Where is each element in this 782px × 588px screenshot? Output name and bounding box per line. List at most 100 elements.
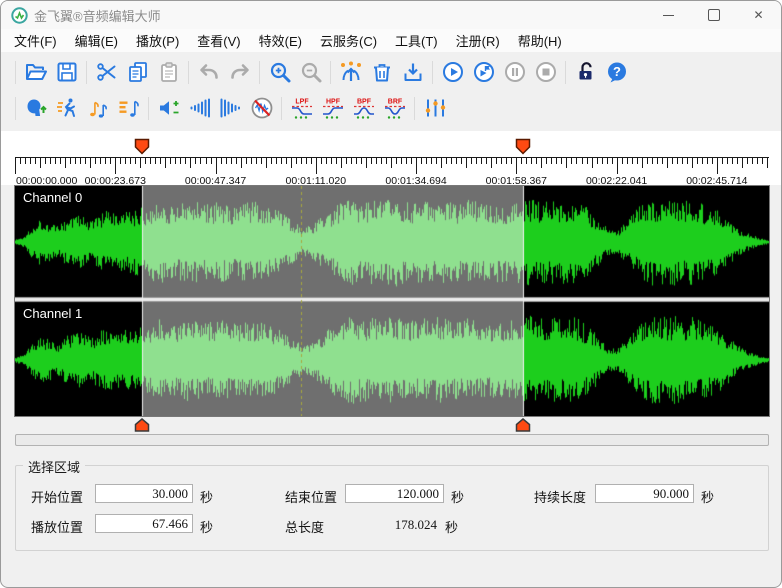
music-notes-icon (86, 96, 110, 120)
clipboard-paste-icon (157, 60, 181, 84)
brf-filter-button[interactable]: BRF (380, 94, 409, 123)
delete-button[interactable] (367, 58, 396, 87)
redo-arrow-icon (228, 60, 252, 84)
menu-edit[interactable]: 编辑(E) (66, 29, 127, 52)
play-position-input[interactable] (95, 514, 193, 533)
paste-button[interactable] (154, 58, 183, 87)
zoom-in-icon (268, 60, 292, 84)
menu-view[interactable]: 查看(V) (188, 29, 249, 52)
svg-text:00:01:11.020: 00:01:11.020 (286, 175, 347, 185)
toolbar-separator (188, 61, 189, 84)
lpf-filter-button[interactable]: LPF (287, 94, 316, 123)
title-bar: 金飞翼®音频编辑大师 ✕ (1, 1, 781, 29)
denoise-button[interactable] (247, 94, 276, 123)
mix-button[interactable] (336, 58, 365, 87)
svg-text:BPF: BPF (357, 99, 372, 106)
help-icon: ? (605, 60, 629, 84)
play-unit-label: 秒 (200, 517, 213, 536)
end-position-input[interactable] (345, 484, 444, 503)
waveform-canvas[interactable] (15, 186, 769, 416)
note-bars-icon (117, 96, 141, 120)
cut-button[interactable] (92, 58, 121, 87)
toolbar-separator (86, 61, 87, 84)
menu-register[interactable]: 注册(R) (447, 29, 509, 52)
save-file-button[interactable] (52, 58, 81, 87)
pause-button[interactable] (500, 58, 529, 87)
equalizer-button[interactable] (420, 94, 449, 123)
copy-icon (126, 60, 150, 84)
stop-button[interactable] (531, 58, 560, 87)
time-ruler[interactable]: 00:00:00.000 00:00:23.673 00:00:47.347 00:0… (15, 157, 769, 185)
svg-text:00:01:34.694: 00:01:34.694 (385, 175, 446, 185)
app-window: 金飞翼®音频编辑大师 ✕ 文件(F) 编辑(E) 播放(P) 查看(V) 特效(… (0, 0, 782, 588)
start-position-input[interactable] (95, 484, 193, 503)
svg-text:LPF: LPF (295, 99, 309, 106)
menu-play[interactable]: 播放(P) (127, 29, 188, 52)
open-file-button[interactable] (21, 58, 50, 87)
folder-open-icon (24, 60, 48, 84)
bpf-filter-button[interactable]: BPF (349, 94, 378, 123)
toolbar-separator (148, 97, 149, 120)
selection-group-title: 选择区域 (23, 457, 85, 476)
runner-icon (55, 96, 79, 120)
total-length-value: 178.024 (345, 517, 437, 533)
fade-out-button[interactable] (216, 94, 245, 123)
zoom-in-button[interactable] (265, 58, 294, 87)
tempo-effect-button[interactable] (114, 94, 143, 123)
end-position-label: 结束位置 (285, 487, 337, 506)
undo-button[interactable] (194, 58, 223, 87)
lpf-filter-icon: LPF (289, 96, 315, 120)
svg-text:00:00:00.000: 00:00:00.000 (16, 175, 77, 185)
horizontal-scrollbar[interactable] (15, 434, 769, 446)
speaker-volume-icon (157, 96, 181, 120)
close-icon: ✕ (753, 8, 763, 22)
speed-effect-button[interactable] (52, 94, 81, 123)
toolbar-gripper (15, 97, 16, 120)
menu-help[interactable]: 帮助(H) (509, 29, 571, 52)
svg-text:00:00:47.347: 00:00:47.347 (185, 175, 246, 185)
hpf-filter-button[interactable]: HPF (318, 94, 347, 123)
channel-1-label: Channel 1 (23, 306, 82, 321)
minimize-button[interactable] (646, 1, 691, 29)
hpf-filter-icon: HPF (320, 96, 346, 120)
toolbar-separator (330, 61, 331, 84)
duration-input[interactable] (595, 484, 694, 503)
minimize-icon (663, 15, 674, 16)
toolbar-separator (259, 61, 260, 84)
toolbar-separator (565, 61, 566, 84)
copy-button[interactable] (123, 58, 152, 87)
svg-text:?: ? (613, 64, 621, 79)
zoom-out-button[interactable] (296, 58, 325, 87)
unlock-icon (574, 60, 598, 84)
insert-button[interactable] (398, 58, 427, 87)
menu-file[interactable]: 文件(F) (5, 29, 66, 52)
close-button[interactable]: ✕ (736, 1, 781, 29)
menu-tools[interactable]: 工具(T) (386, 29, 447, 52)
maximize-button[interactable] (691, 1, 736, 29)
menu-bar: 文件(F) 编辑(E) 播放(P) 查看(V) 特效(E) 云服务(C) 工具(… (1, 29, 781, 52)
main-toolbar: ? (11, 55, 632, 89)
svg-text:00:00:23.673: 00:00:23.673 (85, 175, 146, 185)
selection-end-marker-bottom[interactable] (515, 418, 531, 432)
menu-cloud[interactable]: 云服务(C) (311, 29, 386, 52)
svg-text:BRF: BRF (387, 99, 402, 106)
selection-start-marker-top[interactable] (134, 138, 150, 155)
pause-icon (503, 60, 527, 84)
window-title: 金飞翼®音频编辑大师 (34, 6, 161, 25)
voice-head-icon (24, 96, 48, 120)
volume-effect-button[interactable] (154, 94, 183, 123)
pitch-effect-button[interactable] (83, 94, 112, 123)
selection-end-marker-top[interactable] (515, 138, 531, 155)
help-button[interactable]: ? (602, 58, 631, 87)
denoise-icon (250, 96, 274, 120)
channel-0-label: Channel 0 (23, 190, 82, 205)
play-selection-button[interactable] (469, 58, 498, 87)
voice-effect-button[interactable] (21, 94, 50, 123)
lock-button[interactable] (571, 58, 600, 87)
fade-in-button[interactable] (185, 94, 214, 123)
redo-button[interactable] (225, 58, 254, 87)
play-button[interactable] (438, 58, 467, 87)
selection-start-marker-bottom[interactable] (134, 418, 150, 432)
menu-effects[interactable]: 特效(E) (250, 29, 311, 52)
selection-group-box (15, 465, 769, 551)
